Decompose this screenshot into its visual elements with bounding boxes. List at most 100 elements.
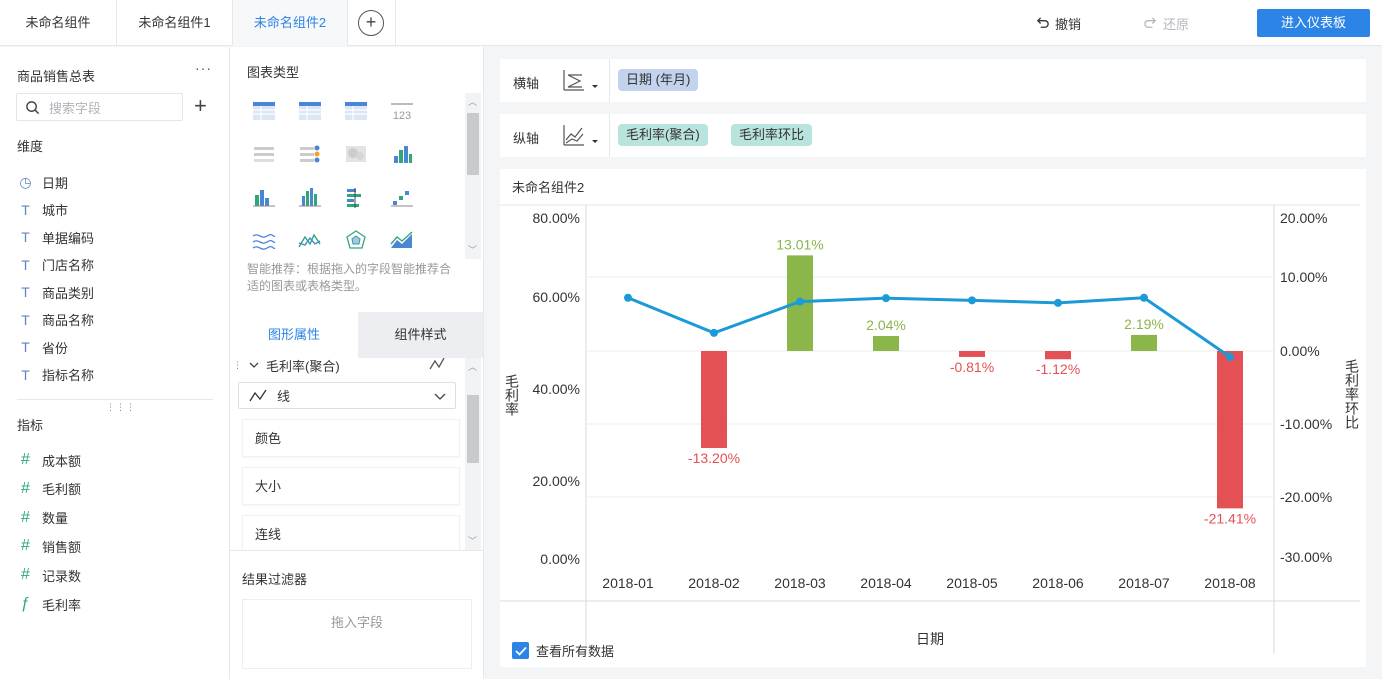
text-table-icon[interactable] [251, 142, 277, 166]
bar-chart-icon[interactable] [251, 185, 277, 209]
x-axis-type-button[interactable] [560, 67, 604, 95]
add-tab-button[interactable]: + [358, 10, 384, 36]
redo-icon [1144, 17, 1157, 28]
right-tick-label: 10.00% [1280, 269, 1327, 285]
series-name: 毛利率(聚合) [266, 358, 340, 374]
shape-select-value: 线 [277, 389, 291, 404]
left-axis-title: 毛利率 [504, 374, 520, 416]
redo-label: 还原 [1163, 17, 1190, 32]
line-chart-icon[interactable] [297, 228, 323, 252]
measure-field[interactable]: # 销售额 [17, 536, 81, 556]
bar-data-label: 2.04% [866, 317, 906, 333]
series-header[interactable]: ⋮ 毛利率(聚合) [233, 358, 463, 376]
text-field-icon: T [21, 366, 30, 383]
line-shape-icon [249, 389, 267, 401]
scatter-bar-icon[interactable] [389, 185, 415, 209]
more-icon[interactable]: ··· [195, 60, 212, 76]
text-field-icon: T [21, 339, 30, 355]
bar-mark [1045, 351, 1071, 360]
dataset-name: 商品销售总表 [17, 69, 96, 84]
tab-component-style[interactable]: 组件样式 [358, 312, 483, 358]
field-label: 商品名称 [42, 313, 95, 328]
measure-field[interactable]: # 毛利额 [17, 479, 81, 499]
x-axis-title: 日期 [916, 631, 944, 647]
text-field-icon: T [21, 284, 30, 300]
hash-icon: # [21, 479, 30, 497]
search-input[interactable] [49, 98, 177, 118]
line-point [624, 293, 632, 302]
x-field-pill[interactable]: 日期 (年月) [618, 69, 699, 91]
tab-graph-properties[interactable]: 图形属性 [230, 312, 358, 358]
measure-field[interactable]: ƒ 毛利率 [17, 594, 81, 614]
dimension-field[interactable]: T 商品类别 [17, 282, 94, 302]
scroll-thumb[interactable] [467, 395, 479, 463]
measure-field[interactable]: # 记录数 [17, 565, 81, 585]
y-field-pill-1[interactable]: 毛利率(聚合) [618, 124, 708, 146]
svg-text:123: 123 [393, 110, 411, 122]
prop-size[interactable]: 大小 [242, 467, 460, 505]
axis-separator [609, 114, 610, 157]
dimension-field[interactable]: T 城市 [17, 200, 68, 220]
measure-field[interactable]: # 数量 [17, 508, 68, 528]
chart-type-hint: 智能推荐：根据拖入的字段智能推荐合适的图表或表格类型。 [247, 262, 452, 293]
x-axis-bar: 横轴 日期 (年月) [500, 59, 1366, 102]
column-chart-icon[interactable] [297, 185, 323, 209]
measure-field[interactable]: # 成本额 [17, 450, 81, 470]
show-all-data-checkbox[interactable]: 查看所有数据 [512, 641, 614, 660]
dimension-field[interactable]: T 省份 [17, 337, 68, 357]
heatmap-icon[interactable] [343, 142, 369, 166]
kpi-number-icon[interactable]: 123 [389, 99, 415, 123]
bar-data-label: 2.19% [1124, 316, 1164, 332]
multi-line-icon[interactable] [251, 228, 277, 252]
prop-connect-line[interactable]: 连线 [242, 515, 460, 550]
chevron-down-icon [434, 393, 446, 400]
redo-button[interactable]: 还原 [1143, 14, 1189, 33]
prop-color[interactable]: 颜色 [242, 419, 460, 457]
y-axis-type-button[interactable] [560, 122, 604, 150]
right-tick-label: -10.00% [1280, 416, 1332, 432]
shape-select[interactable]: 线 [238, 382, 456, 409]
hash-icon: # [21, 508, 30, 526]
tab-component-1[interactable]: 未命名组件1 [117, 0, 233, 46]
y-field-pill-2[interactable]: 毛利率环比 [731, 124, 813, 146]
chart-type-scrollbar[interactable]: ︿ ﹀ [465, 93, 481, 259]
table-icon[interactable] [251, 99, 277, 123]
line-point [882, 294, 890, 303]
tab-component-2[interactable]: 未命名组件2 [233, 0, 348, 46]
undo-label: 撤销 [1055, 17, 1082, 32]
histogram-icon[interactable] [389, 142, 415, 166]
text-field-icon: T [21, 229, 30, 245]
resize-grip-icon[interactable]: ⋮⋮⋮ [106, 402, 136, 413]
combo-chart: 80.00% 60.00% 40.00% 20.00% 0.00% 20.00% 10.00… [500, 204, 1360, 654]
tab-component-0[interactable]: 未命名组件 [0, 0, 117, 46]
undo-button[interactable]: 撤销 [1035, 14, 1081, 33]
area-chart-icon[interactable] [389, 228, 415, 252]
chart-type-panel: 图表类型 123 智能推荐：根据拖入的字段智能推荐合适的图表或表格类型。 ︿ ﹀ [230, 47, 483, 312]
radar-chart-icon[interactable] [343, 228, 369, 252]
hash-icon: # [21, 566, 30, 584]
scroll-thumb[interactable] [467, 113, 479, 175]
detail-table-icon[interactable] [343, 99, 369, 123]
property-scrollbar[interactable]: ︿ ﹀ [465, 358, 481, 550]
top-bar: 未命名组件 未命名组件1 未命名组件2 + 撤销 还原 进入仪表板 [0, 0, 1382, 46]
enter-dashboard-button[interactable]: 进入仪表板 [1257, 9, 1370, 37]
left-tick-label: 0.00% [540, 551, 580, 567]
axis-separator [609, 59, 610, 102]
chart-title: 未命名组件2 [512, 180, 585, 195]
dimension-field[interactable]: T 指标名称 [17, 365, 94, 385]
stacked-bar-icon[interactable] [343, 185, 369, 209]
measures-title: 指标 [17, 418, 44, 433]
filter-drop-zone[interactable]: 拖入字段 [242, 599, 472, 669]
axis-type-icon [563, 125, 598, 146]
x-tick-label: 2018-02 [688, 575, 740, 591]
field-label: 商品类别 [42, 285, 95, 301]
dimension-field[interactable]: ◷ 日期 [17, 172, 68, 192]
add-field-icon[interactable]: + [194, 94, 207, 118]
axis-type-icon [563, 70, 598, 91]
dimension-field[interactable]: T 门店名称 [17, 255, 94, 275]
grouped-table-icon[interactable] [297, 99, 323, 123]
bubble-table-icon[interactable] [297, 142, 323, 166]
dimension-field[interactable]: T 商品名称 [17, 310, 94, 330]
field-label: 单据编码 [42, 230, 95, 246]
dimension-field[interactable]: T 单据编码 [17, 227, 94, 247]
